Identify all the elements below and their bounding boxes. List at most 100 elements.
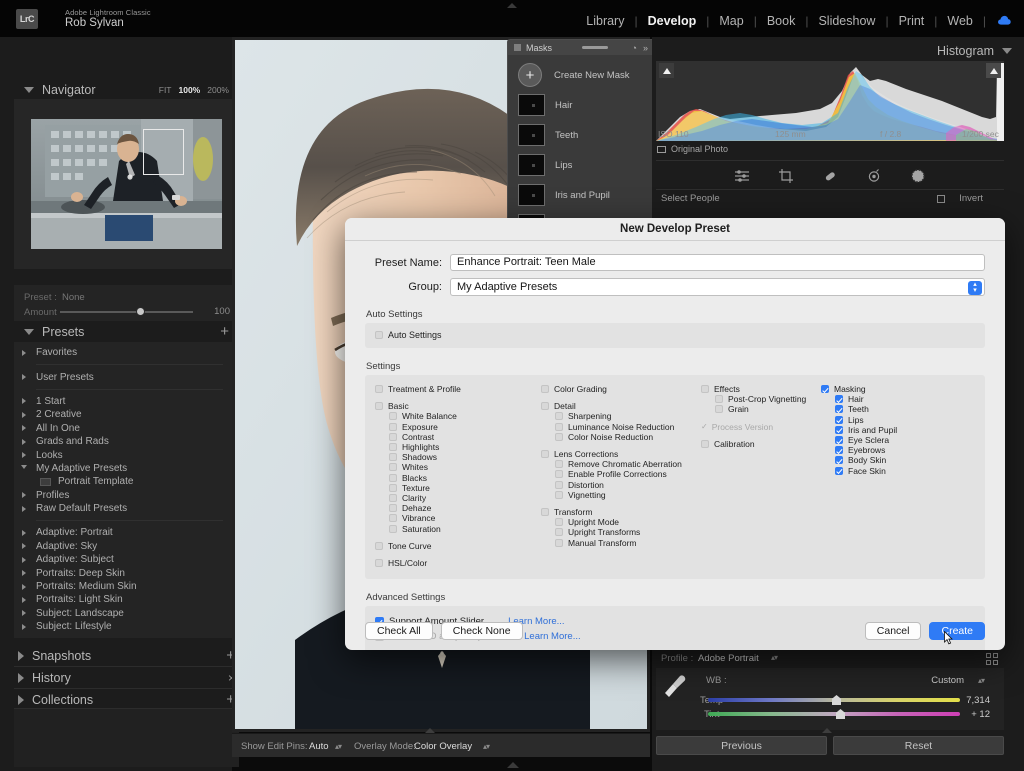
checkbox-color-noise-reduction[interactable]: Color Noise Reduction [541,432,701,442]
temp-slider-knob[interactable] [832,695,841,705]
checkbox-transform[interactable]: Transform [541,507,701,517]
profile-row[interactable]: Profile : Adobe Portrait ▴▾ [656,650,1004,667]
checkbox-icon[interactable] [555,433,563,441]
top-panel-toggle-arrow[interactable] [507,3,517,8]
checkbox-dehaze[interactable]: Dehaze [375,503,541,513]
white-balance-eyedropper-icon[interactable] [664,674,686,698]
mask-item[interactable]: Iris and Pupil [508,180,654,210]
checkbox-post-crop-vignetting[interactable]: Post-Crop Vignetting [701,394,821,404]
crop-icon[interactable] [778,168,794,184]
checkbox-highlights[interactable]: Highlights [375,442,541,452]
group-select[interactable]: My Adaptive Presets ▴▾ [450,278,985,296]
right-panel-toggle[interactable] [822,728,832,733]
chevron-right-icon[interactable] [18,673,24,683]
checkbox-icon[interactable] [821,385,829,393]
masking-icon[interactable] [910,168,926,184]
preset-name-input[interactable]: Enhance Portrait: Teen Male [450,254,985,271]
chevron-right-icon[interactable] [22,374,26,380]
chevron-right-icon[interactable] [22,398,26,404]
checkbox-icon[interactable] [375,331,383,339]
checkbox-upright-mode[interactable]: Upright Mode [541,517,701,527]
cloud-sync-icon[interactable] [997,14,1012,26]
double-chevron-right-icon[interactable]: » [643,43,648,53]
amount-slider-knob[interactable] [136,307,145,316]
checkbox-manual-transform[interactable]: Manual Transform [541,537,701,547]
checkbox-icon[interactable] [555,518,563,526]
checkbox-exposure[interactable]: Exposure [375,422,541,432]
checkbox-sharpening[interactable]: Sharpening [541,411,701,421]
preset-group-row[interactable]: 2 Creative [14,408,239,421]
chevron-right-icon[interactable] [22,439,26,445]
chevron-right-icon[interactable] [18,651,24,661]
module-book[interactable]: Book [757,14,806,28]
checkbox-icon[interactable] [541,385,549,393]
checkbox-masking[interactable]: Masking [821,384,975,394]
sidebar-item-collections[interactable]: Collections + [14,689,239,710]
checkbox-texture[interactable]: Texture [375,483,541,493]
preset-group-row[interactable]: Profiles [14,489,239,502]
module-library[interactable]: Library [576,14,634,28]
red-eye-icon[interactable] [866,168,882,184]
checkbox-icon[interactable] [555,539,563,547]
checkbox-icon[interactable] [701,385,709,393]
checkbox-upright-transforms[interactable]: Upright Transforms [541,527,701,537]
healing-brush-icon[interactable] [822,168,838,184]
select-people-row[interactable]: Select People Invert [657,193,1003,207]
chevron-right-icon[interactable] [22,584,26,590]
checkbox-eye-sclera[interactable]: Eye Sclera [821,435,975,445]
tint-slider-knob[interactable] [836,709,845,719]
module-print[interactable]: Print [889,14,935,28]
plus-icon[interactable]: + [518,63,542,87]
checkbox-calibration[interactable]: Calibration [701,439,821,449]
overlay-mode-value[interactable]: Color Overlay [414,741,472,752]
navigator-preview[interactable] [14,99,239,269]
chevron-right-icon[interactable] [22,543,26,549]
checkbox-icon[interactable] [835,405,843,413]
preset-group-row[interactable]: Raw Default Presets [14,502,239,515]
cancel-button[interactable]: Cancel [865,622,922,640]
checkbox-icon[interactable] [555,481,563,489]
zoom-100[interactable]: 100% [179,85,201,95]
preset-group-row[interactable]: Portrait Template [14,475,239,488]
checkbox-shadows[interactable]: Shadows [375,452,541,462]
shadow-clipping-indicator[interactable] [659,63,674,78]
histogram-header[interactable]: Histogram [937,44,1012,58]
checkbox-icon[interactable] [835,456,843,464]
checkbox-contrast[interactable]: Contrast [375,432,541,442]
chevron-down-icon[interactable] [24,329,34,335]
checkbox-iris-and-pupil[interactable]: Iris and Pupil [821,425,975,435]
checkbox-icon[interactable] [375,559,383,567]
question-circle-icon[interactable]: ◔ [632,43,637,53]
checkbox-icon[interactable] [389,433,397,441]
checkbox-enable-profile-corrections[interactable]: Enable Profile Corrections [541,469,701,479]
original-photo-toggle[interactable]: Original Photo [657,144,728,154]
chevron-right-icon[interactable] [18,695,24,705]
stepper-updown-icon[interactable]: ▴▾ [968,281,982,295]
check-all-button[interactable]: Check All [365,622,433,640]
preset-group-row[interactable]: 1 Start [14,395,239,408]
checkbox-icon[interactable] [715,395,723,403]
checkbox-icon[interactable] [555,491,563,499]
checkbox-icon[interactable] [835,436,843,444]
checkbox-icon[interactable] [389,412,397,420]
preset-group-row[interactable]: Subject: Landscape [14,607,239,620]
masks-drag-handle[interactable] [582,46,608,49]
preset-group-row[interactable]: Grads and Rads [14,435,239,448]
chevron-right-icon[interactable] [22,412,26,418]
reset-button[interactable]: Reset [833,736,1004,755]
zoom-200[interactable]: 200% [207,85,229,95]
highlight-clipping-indicator[interactable] [986,63,1001,78]
checkbox-icon[interactable] [835,467,843,475]
checkbox-icon[interactable] [835,416,843,424]
checkbox-icon[interactable] [541,508,549,516]
checkbox-icon[interactable] [375,542,383,550]
checkbox-body-skin[interactable]: Body Skin [821,455,975,465]
chevron-right-icon[interactable] [22,597,26,603]
preset-group-row[interactable]: Subject: Lifestyle [14,620,239,633]
zoom-fit[interactable]: FIT [159,85,172,95]
checkbox-icon[interactable] [389,453,397,461]
create-new-mask-row[interactable]: + Create New Mask [508,60,654,90]
chevron-right-icon[interactable] [22,610,26,616]
sidebar-item-history[interactable]: History × [14,667,239,688]
checkbox-face-skin[interactable]: Face Skin [821,466,975,476]
